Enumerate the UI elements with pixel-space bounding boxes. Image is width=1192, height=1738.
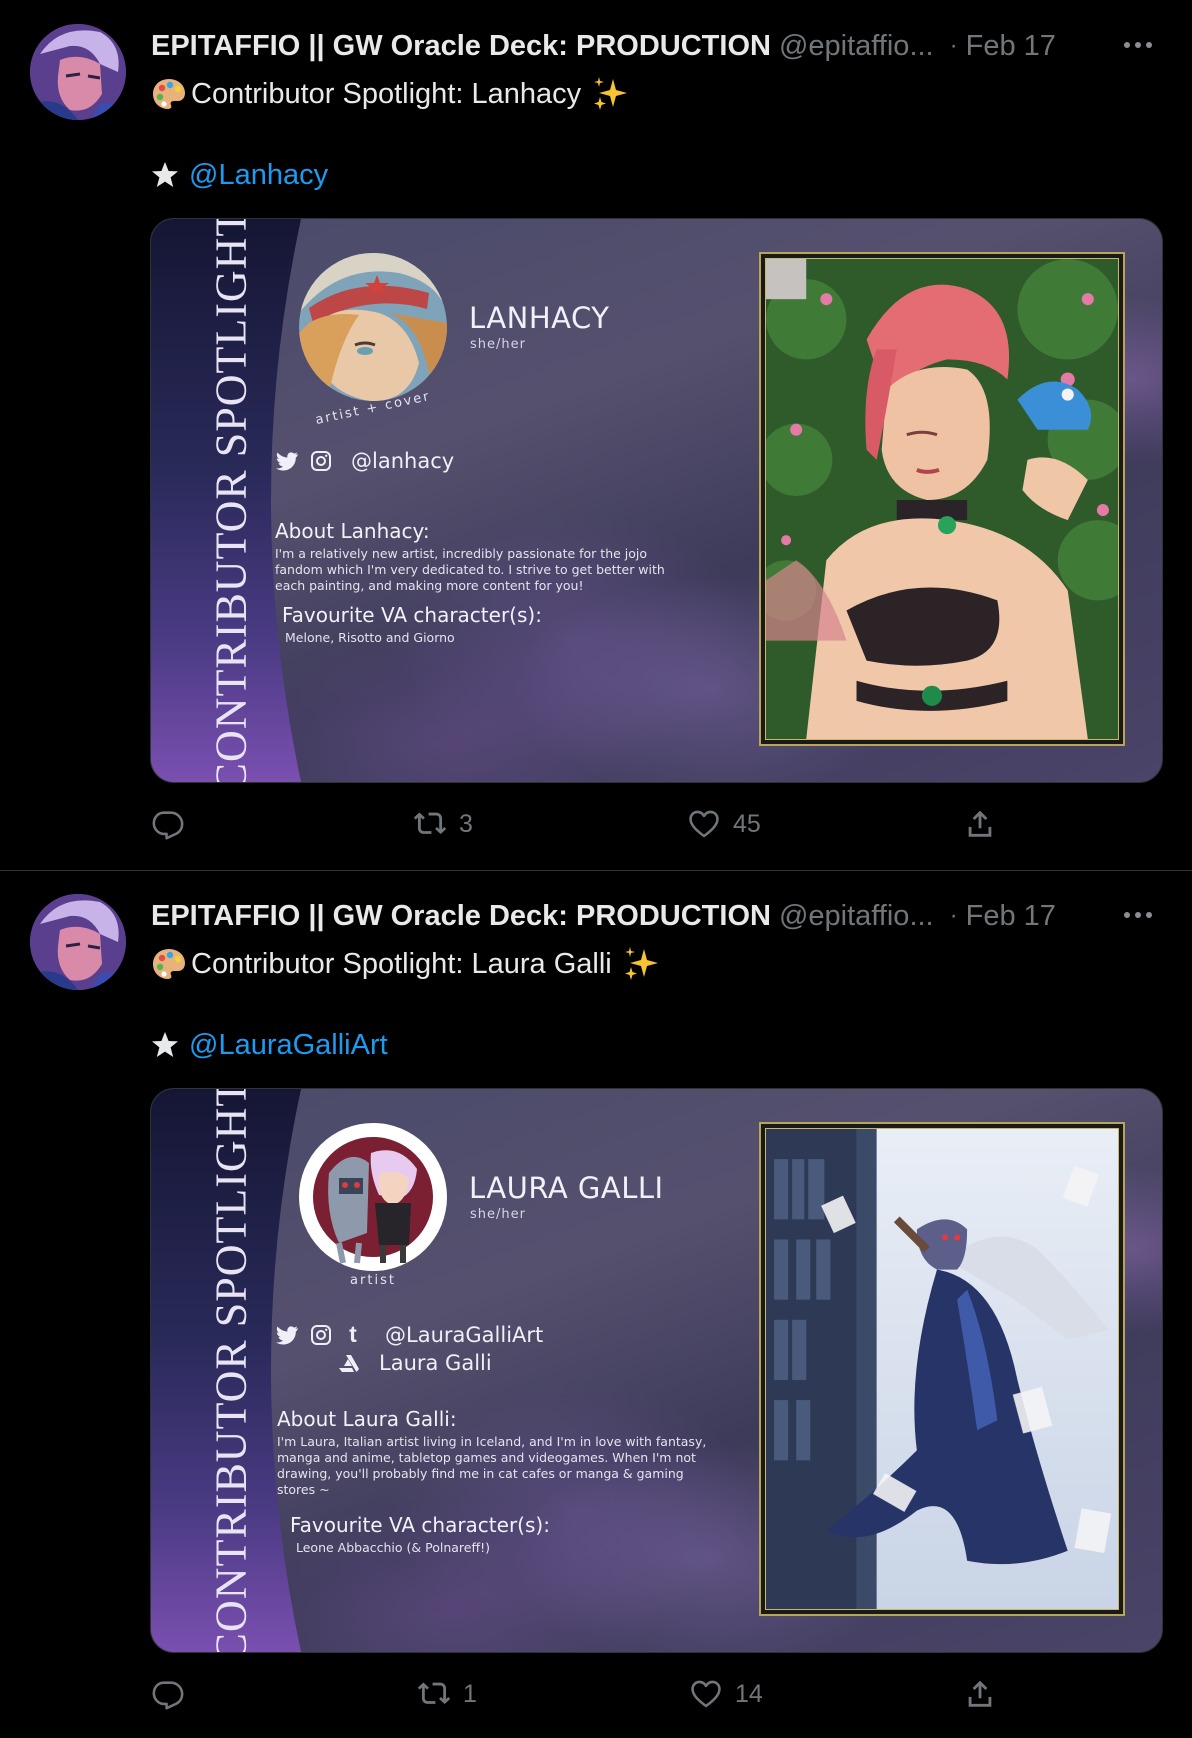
banner-title: CONTRIBUTOR SPOTLIGHT bbox=[206, 218, 255, 783]
mention-line: @Lanhacy bbox=[151, 155, 328, 195]
spotlight-card-image[interactable]: CONTRIBUTOR SPOTLIGHT artist + cover LAN… bbox=[150, 218, 1163, 783]
instagram-icon bbox=[311, 1324, 331, 1345]
tweet-header: EPITAFFIO || GW Oracle Deck: PRODUCTION … bbox=[151, 896, 1056, 936]
tweet-text: Contributor Spotlight: Laura Galli bbox=[151, 942, 660, 986]
sparkles-icon bbox=[624, 947, 658, 980]
artwork-frame bbox=[759, 252, 1125, 746]
mention-line: @LauraGalliArt bbox=[151, 1025, 388, 1065]
author-handle[interactable]: @epitaffio... bbox=[779, 900, 934, 933]
retweet-icon bbox=[413, 812, 447, 835]
artwork-frame bbox=[759, 1122, 1125, 1616]
favourite-title: Favourite VA character(s): bbox=[290, 1513, 550, 1537]
share-button[interactable] bbox=[963, 1677, 997, 1711]
sparkles-icon bbox=[594, 77, 628, 110]
contributor-name: LAURA GALLI bbox=[469, 1171, 664, 1205]
share-icon bbox=[968, 810, 992, 837]
artstation-icon bbox=[339, 1355, 359, 1372]
reply-icon bbox=[152, 1681, 184, 1710]
tweet-headline: Contributor Spotlight: Laura Galli bbox=[191, 947, 612, 980]
reply-icon bbox=[152, 811, 184, 840]
about-title: About Laura Galli: bbox=[277, 1407, 457, 1431]
retweet-count: 3 bbox=[459, 809, 473, 838]
social-name: Laura Galli bbox=[379, 1351, 492, 1375]
contributor-avatar bbox=[299, 253, 447, 401]
share-icon bbox=[968, 1680, 992, 1707]
like-icon bbox=[691, 1680, 721, 1708]
artwork-image bbox=[766, 259, 1118, 739]
retweet-button[interactable]: 3 bbox=[413, 807, 473, 841]
separator: · bbox=[949, 902, 958, 929]
author-avatar[interactable] bbox=[30, 894, 126, 990]
tweet-headline: Contributor Spotlight: Lanhacy bbox=[191, 77, 582, 110]
twitter-icon bbox=[276, 452, 298, 471]
contributor-avatar bbox=[299, 1123, 447, 1271]
author-avatar[interactable] bbox=[30, 24, 126, 120]
more-icon[interactable] bbox=[1118, 900, 1158, 930]
retweet-button[interactable]: 1 bbox=[417, 1677, 477, 1711]
about-body: I'm a relatively new artist, incredibly … bbox=[275, 546, 665, 593]
contributor-role: artist bbox=[350, 1273, 396, 1288]
social-row-2: Laura Galli bbox=[337, 1351, 492, 1375]
about-body: I'm Laura, Italian artist living in Icel… bbox=[277, 1434, 707, 1497]
mention-link[interactable]: @Lanhacy bbox=[189, 159, 328, 192]
tweet-1[interactable]: EPITAFFIO || GW Oracle Deck: PRODUCTION … bbox=[0, 0, 1192, 868]
spotlight-card-image[interactable]: CONTRIBUTOR SPOTLIGHT artist LAURA GALLI… bbox=[150, 1088, 1163, 1653]
separator: · bbox=[949, 32, 958, 59]
twitter-icon bbox=[276, 1325, 298, 1345]
tweet-text: Contributor Spotlight: Lanhacy bbox=[151, 72, 629, 116]
favourite-title: Favourite VA character(s): bbox=[282, 603, 542, 627]
social-row: t @LauraGalliArt bbox=[275, 1321, 543, 1348]
tweet-actions: 3 45 bbox=[151, 807, 1011, 847]
star-icon bbox=[152, 1032, 178, 1057]
social-handle: @lanhacy bbox=[351, 449, 455, 473]
like-count: 14 bbox=[735, 1679, 763, 1708]
retweet-count: 1 bbox=[463, 1679, 477, 1708]
social-row: @lanhacy bbox=[275, 449, 454, 473]
about-title: About Lanhacy: bbox=[275, 519, 430, 543]
star-icon bbox=[152, 162, 178, 187]
tweet-date[interactable]: Feb 17 bbox=[966, 900, 1056, 933]
author-name[interactable]: EPITAFFIO || GW Oracle Deck: PRODUCTION bbox=[151, 30, 771, 63]
tumblr-icon: t bbox=[349, 1321, 357, 1347]
palette-icon bbox=[153, 79, 185, 109]
tweet-date[interactable]: Feb 17 bbox=[966, 30, 1056, 63]
more-icon[interactable] bbox=[1118, 30, 1158, 60]
tweet-actions: 1 14 bbox=[151, 1677, 1011, 1717]
instagram-icon bbox=[311, 451, 331, 471]
author-handle[interactable]: @epitaffio... bbox=[779, 30, 934, 63]
tweet-2[interactable]: EPITAFFIO || GW Oracle Deck: PRODUCTION … bbox=[0, 870, 1192, 1738]
reply-button[interactable] bbox=[151, 807, 185, 841]
share-button[interactable] bbox=[963, 807, 997, 841]
banner-title: CONTRIBUTOR SPOTLIGHT bbox=[206, 1088, 255, 1653]
contributor-pronouns: she/her bbox=[470, 337, 526, 352]
tweet-header: EPITAFFIO || GW Oracle Deck: PRODUCTION … bbox=[151, 26, 1056, 66]
artwork-image bbox=[766, 1129, 1118, 1609]
mention-link[interactable]: @LauraGalliArt bbox=[189, 1029, 388, 1062]
favourite-body: Leone Abbacchio (& Polnareff!) bbox=[296, 1540, 490, 1555]
author-name[interactable]: EPITAFFIO || GW Oracle Deck: PRODUCTION bbox=[151, 900, 771, 933]
contributor-name: LANHACY bbox=[469, 301, 610, 335]
palette-icon bbox=[153, 949, 185, 979]
favourite-body: Melone, Risotto and Giorno bbox=[285, 630, 455, 645]
like-count: 45 bbox=[733, 809, 761, 838]
social-handle: @LauraGalliArt bbox=[385, 1322, 544, 1347]
like-button[interactable]: 45 bbox=[687, 807, 761, 841]
reply-button[interactable] bbox=[151, 1677, 185, 1711]
like-icon bbox=[689, 810, 719, 838]
like-button[interactable]: 14 bbox=[689, 1677, 763, 1711]
contributor-pronouns: she/her bbox=[470, 1207, 526, 1222]
retweet-icon bbox=[417, 1682, 451, 1705]
